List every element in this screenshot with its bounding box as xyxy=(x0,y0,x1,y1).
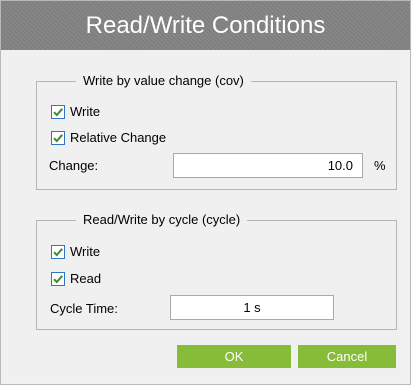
checkmark-icon xyxy=(51,271,65,286)
read-write-conditions-dialog: Read/Write Conditions Write by value cha… xyxy=(0,0,411,385)
cycle-group: Read/Write by cycle (cycle) Write Read C… xyxy=(36,213,397,330)
dialog-title: Read/Write Conditions xyxy=(1,1,410,50)
change-input[interactable]: 10.0 xyxy=(173,153,363,178)
relative-change-checkbox[interactable]: Relative Change xyxy=(51,130,166,145)
cycle-write-label: Write xyxy=(70,244,101,259)
change-label: Change: xyxy=(49,158,99,173)
cov-write-checkbox[interactable]: Write xyxy=(51,104,100,119)
read-checkbox[interactable]: Read xyxy=(51,271,101,286)
change-unit: % xyxy=(374,158,386,173)
cycle-time-input[interactable]: 1 s xyxy=(170,295,334,320)
read-label: Read xyxy=(70,271,102,286)
checkmark-icon xyxy=(51,104,65,119)
cov-write-label: Write xyxy=(70,104,101,119)
cycle-time-label: Cycle Time: xyxy=(50,301,118,316)
cycle-write-checkbox[interactable]: Write xyxy=(51,244,100,259)
cycle-group-legend: Read/Write by cycle (cycle) xyxy=(83,212,241,227)
dialog-content: Write by value change (cov) Write Relati… xyxy=(9,50,401,377)
relative-change-label: Relative Change xyxy=(70,130,167,145)
ok-button[interactable]: OK xyxy=(177,345,291,368)
cov-group: Write by value change (cov) Write Relati… xyxy=(36,74,397,190)
cov-group-legend: Write by value change (cov) xyxy=(83,73,244,88)
checkmark-icon xyxy=(51,244,65,259)
cancel-button[interactable]: Cancel xyxy=(298,345,396,368)
checkmark-icon xyxy=(51,130,65,145)
